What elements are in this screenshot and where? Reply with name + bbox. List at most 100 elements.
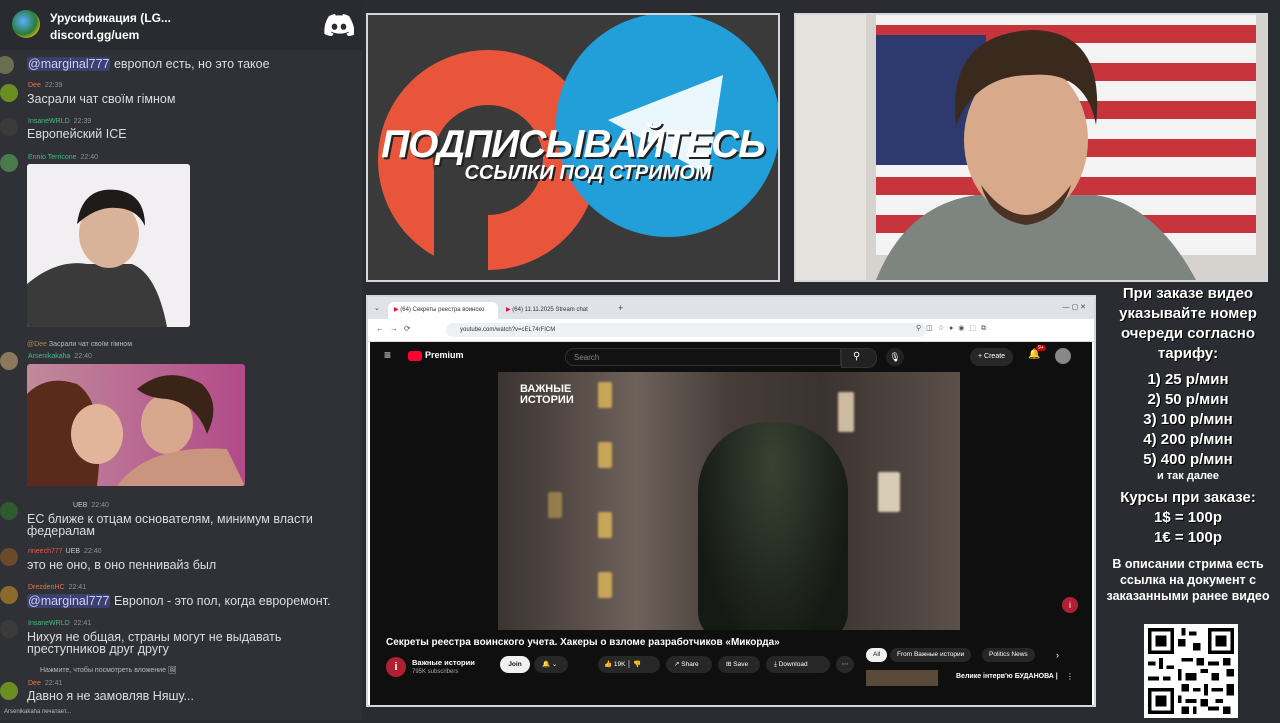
author-name[interactable]: Arsenikakaha <box>28 353 70 360</box>
new-tab-button[interactable]: + <box>618 303 623 313</box>
channel-avatar[interactable]: i <box>386 657 406 677</box>
youtube-tab-icon: ▶ <box>506 307 511 313</box>
chip-from-channel[interactable]: From Важные истории <box>890 648 972 662</box>
tab-stream-chat[interactable]: ▶ (64) 11.11.2025 Stream chat <box>500 302 610 319</box>
timestamp: 22:41 <box>44 680 63 687</box>
url-field[interactable]: youtube.com/watch?v=cEL74rFICM <box>446 323 926 337</box>
author-name[interactable]: InsaneWRLD <box>28 118 70 125</box>
channel-name[interactable]: Важные истории <box>412 658 475 667</box>
author-name[interactable]: InsaneWRLD <box>28 620 70 627</box>
info-icon[interactable]: i <box>1062 597 1078 613</box>
author-name[interactable]: Ennio Terricone <box>28 154 77 161</box>
video-title: Секреты реестра воинского учета. Хакеры … <box>386 637 780 648</box>
youtube-brand[interactable]: Premium <box>425 350 464 360</box>
timestamp: 22:40 <box>91 502 109 509</box>
avatar <box>0 352 18 370</box>
tariff-4: 4) 200 р/мин <box>1143 431 1233 448</box>
couple-photo-icon <box>27 364 245 486</box>
window-controls[interactable]: — ▢ ✕ <box>1063 303 1086 311</box>
avatar <box>0 84 18 102</box>
image-attachment[interactable] <box>27 364 245 486</box>
like-dislike-button[interactable]: 👍 19K │ 👎 <box>598 656 660 673</box>
chip-politics-news[interactable]: Politics News <box>982 648 1035 662</box>
author-name[interactable]: rineech777 <box>28 548 63 555</box>
message-text: Европейский ICE <box>27 127 127 141</box>
message-text-cont: федералам <box>27 524 95 538</box>
address-bar: ←→⟳ youtube.com/watch?v=cEL74rFICM ⚲◫☆●◉… <box>368 319 1094 342</box>
timestamp: 22:39 <box>73 118 92 125</box>
search-input[interactable]: Search <box>565 348 841 366</box>
author-name[interactable]: Dee <box>28 680 41 687</box>
reply-preview[interactable]: @Dee Засрали чат своїм гімном <box>27 341 132 348</box>
server-invite-link: discord.gg/uem <box>50 28 140 42</box>
hooded-figure <box>698 422 848 630</box>
rate-eur: 1€ = 100р <box>1154 529 1222 546</box>
chevron-down-icon[interactable]: ⌄ <box>374 304 380 312</box>
message-text-cont: преступников друг другу <box>27 642 169 656</box>
tariff-5: 5) 400 р/мин <box>1143 451 1233 468</box>
webcam-feed <box>796 15 1266 280</box>
author-name[interactable]: DrezdenHC <box>28 584 65 591</box>
person-photo-icon <box>27 164 190 327</box>
avatar <box>0 56 14 74</box>
chip-all[interactable]: All <box>866 648 888 662</box>
message-text: Европол - это пол, когда евроремонт. <box>110 594 331 608</box>
mention[interactable]: @marginal777 <box>27 594 111 608</box>
order-instructions: При заказе видео указывайте номер очеред… <box>1119 285 1257 362</box>
download-button[interactable]: ⤓ Download <box>766 656 830 673</box>
browser-extensions-icon[interactable]: ⚲◫☆●◉⬚⧉ <box>916 324 991 333</box>
youtube-tab-icon: ▶ <box>394 307 399 313</box>
youtube-logo-icon[interactable] <box>408 351 422 361</box>
rates-title: Курсы при заказе: <box>1120 489 1256 506</box>
tariff-1: 1) 25 р/мин <box>1147 371 1229 388</box>
tariff-etc: и так далее <box>1156 470 1220 482</box>
thumbs-down-icon: 👎 <box>633 661 642 668</box>
chevron-right-icon[interactable]: › <box>1056 650 1059 660</box>
avatar <box>0 586 18 604</box>
badge-ueb: UEB <box>65 548 81 555</box>
avatar <box>0 154 18 172</box>
join-button[interactable]: Join <box>500 656 530 673</box>
timestamp: 22:40 <box>84 548 102 555</box>
create-button[interactable]: + Create <box>970 348 1014 366</box>
badge-ueb: UEB <box>73 502 88 509</box>
reply-preview[interactable]: Нажмите, чтобы посмотреть вложение 🖼 <box>40 666 177 674</box>
image-icon: 🖼 <box>167 667 177 674</box>
chat-header: Урусификация (LG... discord.gg/uem <box>0 0 362 50</box>
promo-banner: ПОДПИСЫВАЙТЕСЬ ССЫЛКИ ПОД СТРИМОМ <box>368 15 778 280</box>
recommended-title[interactable]: Велике інтерв'ю БУДАНОВА | <box>956 673 1058 680</box>
share-button[interactable]: ↗ Share <box>666 656 712 673</box>
browser-tab-bar: ⌄ ▶ (64) Секреты реестра воинско ▶ (64) … <box>368 297 1094 319</box>
subscribe-bell-button[interactable]: 🔔 ⌄ <box>534 656 568 673</box>
search-button[interactable]: ⚲ <box>841 348 877 368</box>
timestamp: 22:41 <box>68 584 87 591</box>
timestamp: 22:39 <box>44 82 63 89</box>
nav-buttons-icon[interactable]: ←→⟳ <box>376 324 417 333</box>
recommended-thumbnail[interactable] <box>866 670 938 686</box>
channel-watermark: ВАЖНЫЕ ИСТОРИИ <box>520 383 574 406</box>
video-player[interactable]: ВАЖНЫЕ ИСТОРИИ <box>498 372 960 630</box>
more-actions-button[interactable]: ⋯ <box>836 656 854 673</box>
hamburger-menu-icon[interactable]: ≡ <box>384 348 391 362</box>
microphone-icon[interactable]: 🎙 <box>886 348 904 366</box>
image-attachment[interactable] <box>27 164 190 327</box>
order-info-panel: При заказе видео указывайте номер очеред… <box>1098 284 1278 624</box>
avatar <box>0 620 18 638</box>
author-name[interactable]: Dee <box>28 82 41 89</box>
timestamp: 22:41 <box>73 620 92 627</box>
message-text: Засрали чат своїм гімном <box>27 92 176 106</box>
mention[interactable]: @marginal777 <box>27 57 111 71</box>
account-avatar[interactable] <box>1055 348 1071 364</box>
server-name: Урусификация (LG... <box>50 11 171 25</box>
avatar <box>0 682 18 700</box>
save-button[interactable]: ⊞ Save <box>718 656 760 673</box>
discord-chat-overlay: Урусификация (LG... discord.gg/uem @marg… <box>0 0 362 720</box>
server-icon <box>12 10 40 38</box>
tab-active[interactable]: ▶ (64) Секреты реестра воинско <box>388 302 498 319</box>
tariff-2: 2) 50 р/мин <box>1147 391 1229 408</box>
more-vert-icon[interactable]: ⋮ <box>1066 672 1074 681</box>
promo-title: ПОДПИСЫВАЙТЕСЬ <box>381 123 766 166</box>
timestamp: 22:40 <box>74 353 92 360</box>
streamer-webcam-icon <box>796 15 1266 280</box>
message-text: Давно я не замовляв Няшу... <box>27 689 194 703</box>
